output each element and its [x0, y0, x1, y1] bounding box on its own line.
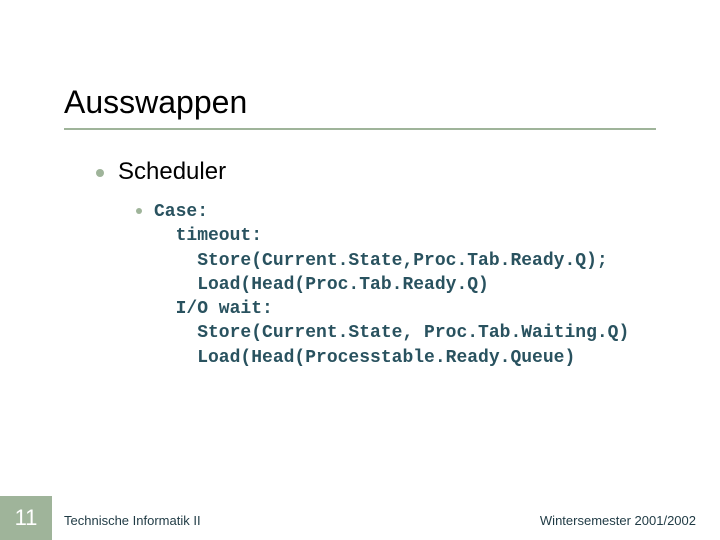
page-number: 11 [0, 496, 52, 540]
slide-body: Scheduler Case: timeout: Store(Current.S… [96, 158, 656, 370]
slide: Ausswappen Scheduler Case: timeout: Stor… [0, 0, 720, 540]
sub-bullet-item: Case: timeout: Store(Current.State,Proc.… [96, 200, 656, 370]
footer-right: Wintersemester 2001/2002 [540, 513, 696, 528]
bullet-item-scheduler: Scheduler [96, 158, 656, 186]
code-block: Case: timeout: Store(Current.State,Proc.… [154, 200, 629, 370]
title-underline [64, 128, 656, 130]
bullet-icon [136, 208, 142, 214]
bullet-label: Scheduler [118, 158, 226, 186]
footer-left: Technische Informatik II [64, 513, 201, 528]
bullet-icon [96, 169, 104, 177]
slide-title: Ausswappen [64, 84, 247, 121]
